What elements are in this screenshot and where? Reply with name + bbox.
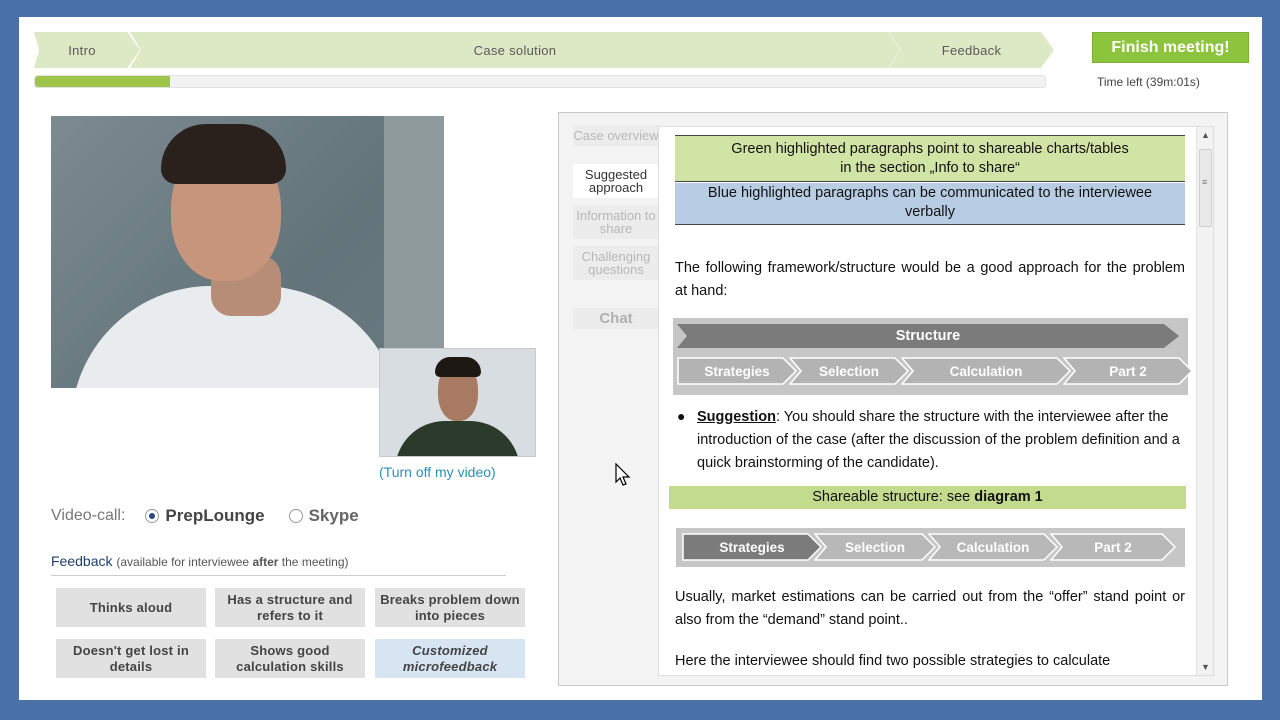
shareable-structure-bar: Shareable structure: see diagram 1	[669, 486, 1186, 509]
step-intro: Intro	[34, 32, 140, 68]
feedback-heading: Feedback (available for interviewee afte…	[51, 553, 349, 569]
diagram-chevron-strategies: Strategies	[682, 533, 822, 561]
diagram-chevron-label: Part 2	[1094, 539, 1132, 555]
diagram-chevron-label: Strategies	[719, 539, 785, 555]
feedback-breaks-problem-button[interactable]: Breaks problem down into pieces	[375, 588, 525, 627]
tab-suggested-approach[interactable]: Suggested approach	[573, 164, 659, 198]
structure-chevron-label: Part 2	[1109, 363, 1147, 379]
structure-chevron-label: Calculation	[949, 363, 1023, 379]
radio-skype[interactable]: Skype	[288, 506, 359, 526]
scroll-up-icon[interactable]: ▲	[1201, 130, 1210, 140]
feedback-details-button[interactable]: Doesn't get lost in details	[56, 639, 206, 678]
tab-case-overview[interactable]: Case overview	[573, 125, 659, 146]
diagram-chevron-selection: Selection	[814, 533, 936, 561]
scroll-thumb[interactable]: ≡	[1199, 149, 1212, 227]
legend-blue: Blue highlighted paragraphs can be commu…	[675, 183, 1185, 225]
feedback-structure-button[interactable]: Has a structure and refers to it	[215, 588, 365, 627]
paragraph-offer-demand: Usually, market estimations can be carri…	[675, 589, 1185, 628]
tab-chat[interactable]: Chat	[573, 308, 659, 329]
self-video	[379, 348, 536, 457]
divider	[51, 575, 506, 576]
time-left: Time left (39m:01s)	[1097, 75, 1200, 89]
intro-paragraph: The following framework/structure would …	[675, 260, 1185, 299]
videocall-selector: Video-call: PrepLounge Skype	[51, 506, 359, 526]
structure-title: Structure	[677, 324, 1179, 348]
structure-chevron-label: Strategies	[704, 363, 770, 379]
structure-diagram: Structure Strategies Selection Calculation…	[673, 318, 1193, 395]
structure-chevron-selection: Selection	[789, 357, 909, 385]
radio-unselected-icon[interactable]	[288, 509, 303, 523]
bullet-icon: ●	[677, 408, 686, 424]
diagram-chevron-label: Selection	[844, 539, 906, 555]
paragraph-strategies: Here the interviewee should find two pos…	[675, 653, 1111, 669]
structure-chevron-calculation: Calculation	[901, 357, 1071, 385]
step-progress: Intro Case solution Feedback	[34, 32, 1054, 68]
radio-selected-icon[interactable]	[145, 509, 160, 523]
structure-row: Strategies Selection Calculation Part 2	[677, 357, 1193, 385]
feedback-thinks-aloud-button[interactable]: Thinks aloud	[56, 588, 206, 627]
structure-chevron-label: Selection	[818, 363, 880, 379]
feedback-custom-button[interactable]: Customized microfeedback	[375, 639, 525, 678]
step-case-solution: Case solution	[130, 32, 900, 68]
finish-meeting-button[interactable]: Finish meeting!	[1092, 32, 1249, 63]
diagram-row: Strategies Selection Calculation Part 2	[682, 533, 1176, 561]
progress-fill	[35, 76, 171, 87]
radio-preplounge[interactable]: PrepLounge	[145, 506, 265, 526]
structure-chevron-strategies: Strategies	[677, 357, 797, 385]
diagram-chevron-part-2: Part 2	[1050, 533, 1176, 561]
diagram-chevron-calculation: Calculation	[928, 533, 1058, 561]
tab-challenging-questions[interactable]: Challenging questions	[573, 246, 659, 280]
tab-information-to-share[interactable]: Information to share	[573, 205, 659, 239]
scroll-down-icon[interactable]: ▼	[1201, 662, 1210, 672]
feedback-calculation-button[interactable]: Shows good calculation skills	[215, 639, 365, 678]
legend-green: Green highlighted paragraphs point to sh…	[675, 135, 1185, 182]
app-window: Intro Case solution Feedback Finish meet…	[19, 17, 1262, 700]
progress-bar	[34, 75, 1046, 88]
content-scrollbar[interactable]: ▲ ≡ ▼	[1196, 127, 1213, 675]
case-panel: Case overview Suggested approach Informa…	[558, 112, 1228, 686]
structure-chevron-part-2: Part 2	[1063, 357, 1193, 385]
videocall-label: Video-call:	[51, 507, 126, 524]
suggestion-paragraph: Suggestion: You should share the structu…	[697, 409, 1180, 471]
diagram-chevron-label: Calculation	[956, 539, 1030, 555]
step-feedback: Feedback	[889, 32, 1054, 68]
mouse-cursor-icon	[615, 463, 631, 486]
turn-off-video-link[interactable]: (Turn off my video)	[379, 464, 496, 480]
approach-content: Green highlighted paragraphs point to sh…	[658, 126, 1214, 676]
diagram-1: Strategies Selection Calculation Part 2	[676, 528, 1185, 567]
